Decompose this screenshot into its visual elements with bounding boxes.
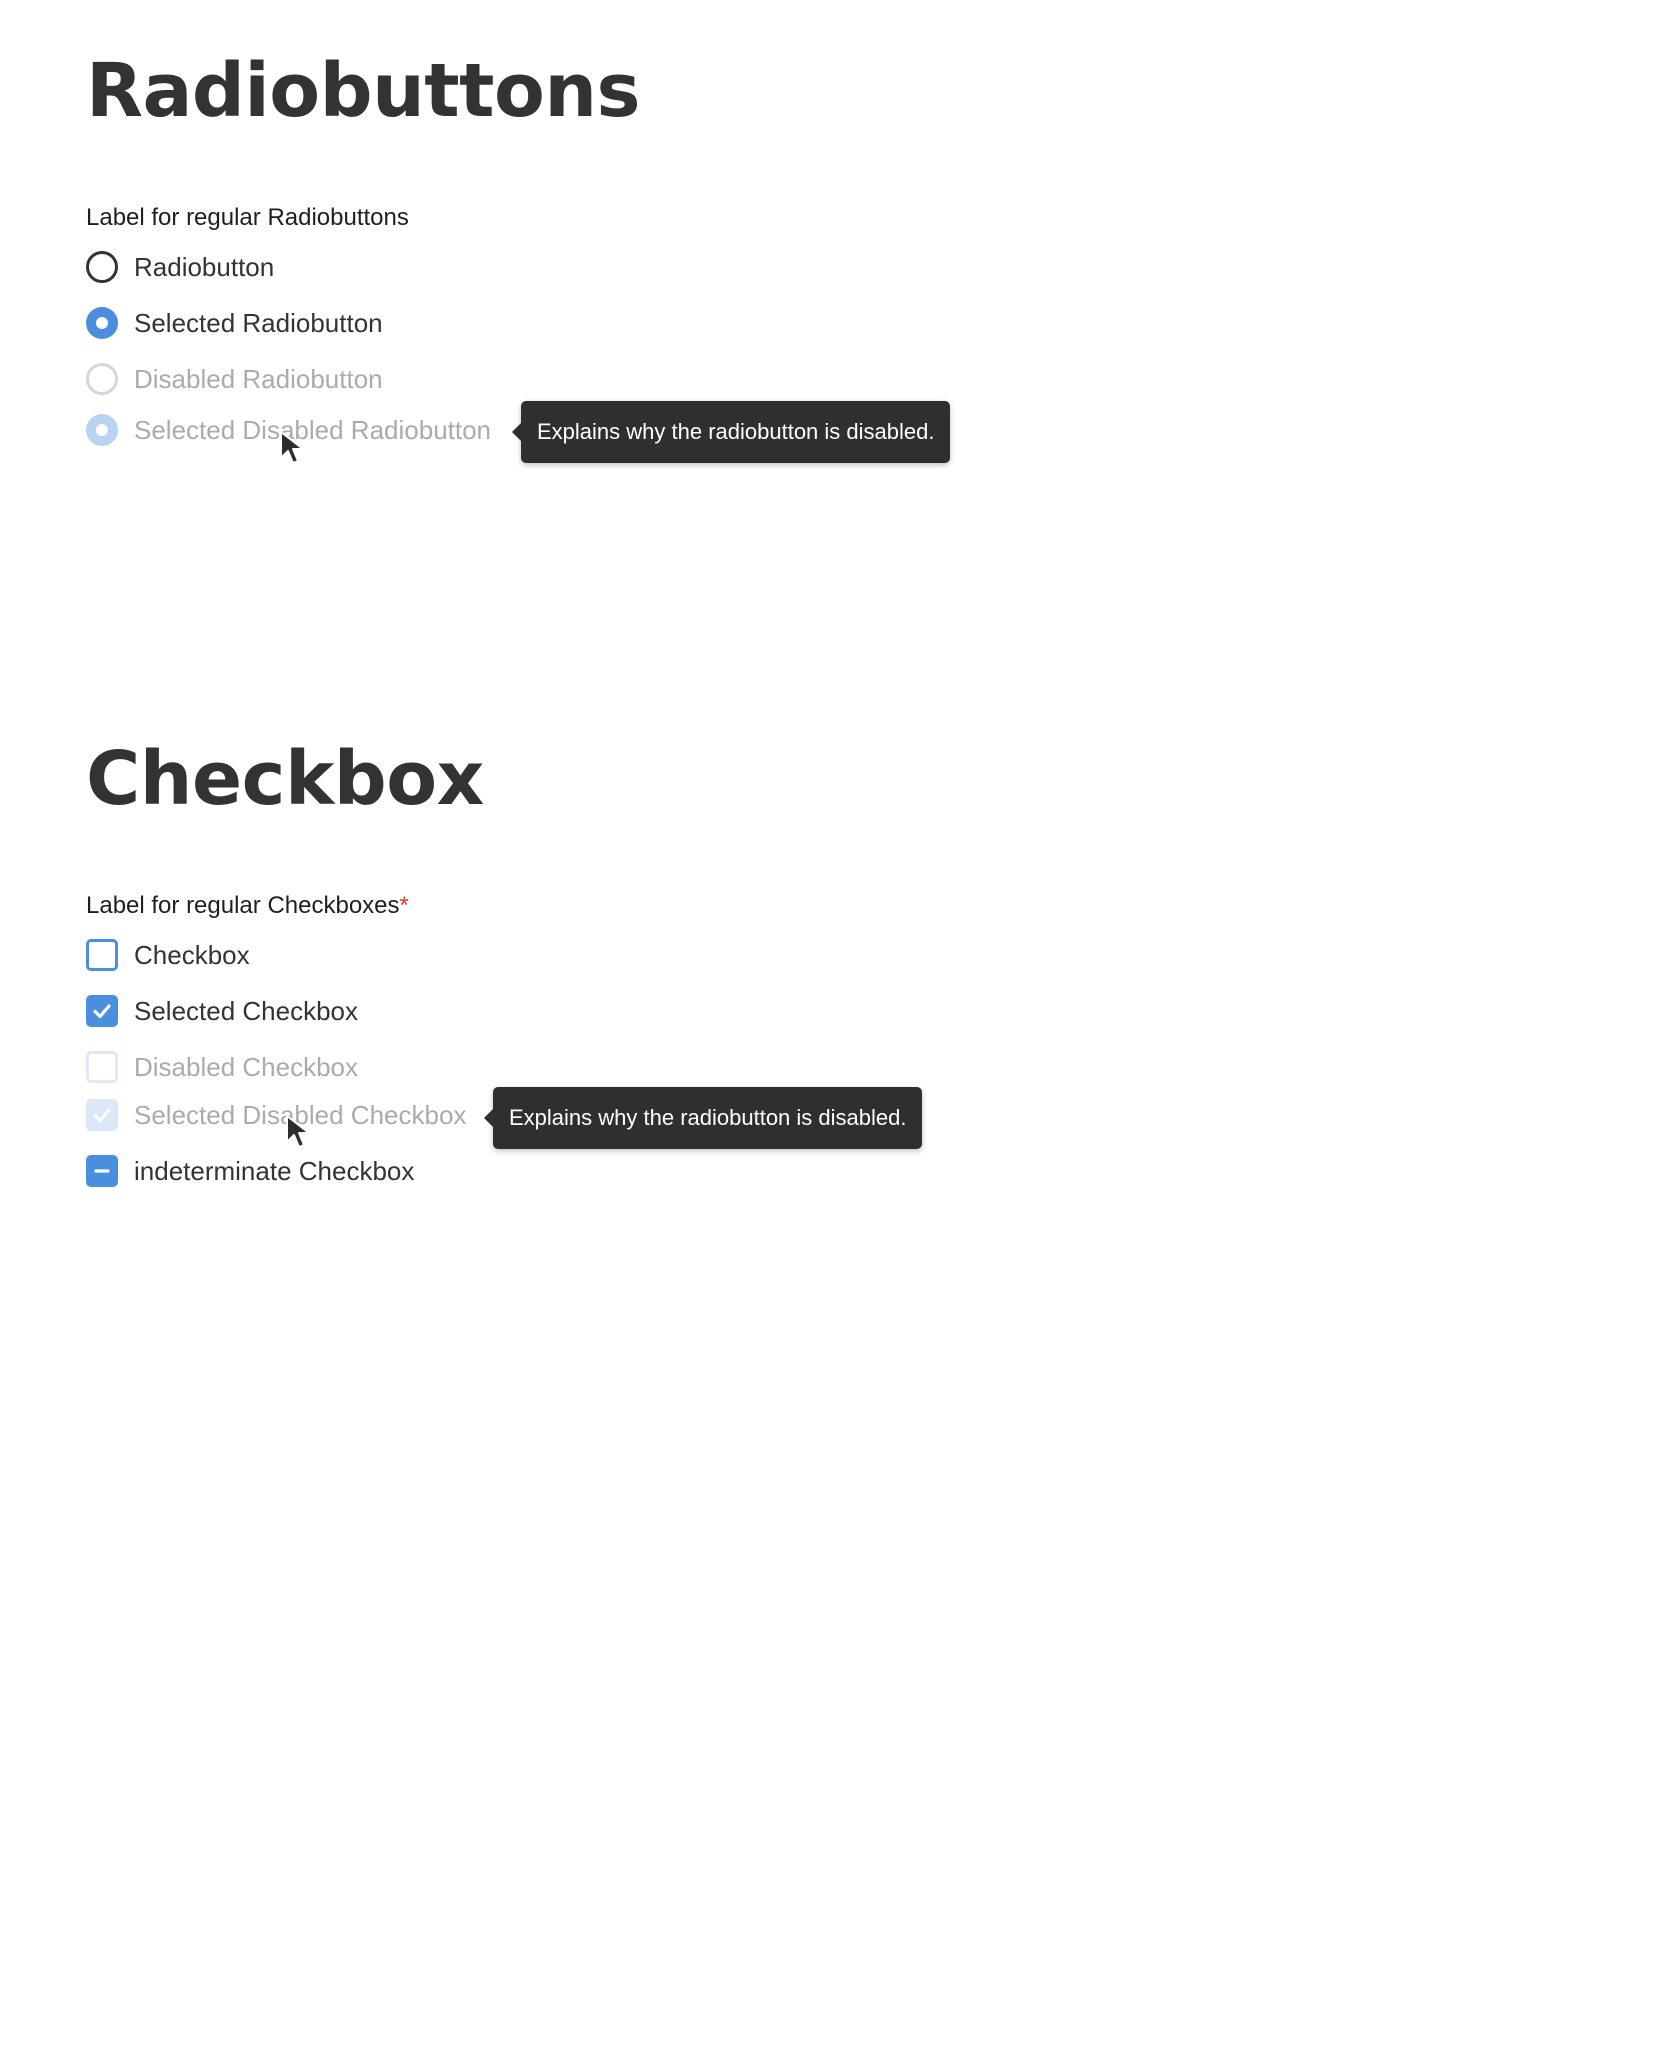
checkbox-checked-icon[interactable] — [86, 995, 118, 1027]
radio-option-disabled: Disabled Radiobutton — [86, 361, 383, 397]
checkbox-option-selected-disabled[interactable]: Selected Disabled Checkbox — [86, 1097, 466, 1133]
radio-option-selected[interactable]: Selected Radiobutton — [86, 305, 383, 341]
radio-option-label: Selected Disabled Radiobutton — [134, 415, 492, 445]
checkbox-option-label: Checkbox — [134, 940, 250, 970]
checkbox-option-label: Selected Disabled Checkbox — [134, 1100, 467, 1130]
checkbox-group-label-text: Label for regular Checkboxes — [86, 892, 400, 919]
radio-selected-icon[interactable] — [86, 307, 118, 339]
radio-option-label: Selected Radiobutton — [134, 308, 383, 338]
checkbox-heading: Checkbox — [86, 736, 484, 822]
radio-option-selected-disabled[interactable]: Selected Disabled Radiobutton — [86, 412, 491, 448]
checkbox-option-label: Selected Checkbox — [134, 996, 359, 1026]
minus-icon — [94, 1169, 110, 1173]
radio-group-label: Label for regular Radiobuttons — [86, 204, 409, 231]
checkbox-disabled-icon — [86, 1051, 118, 1083]
checkbox-checked-disabled-icon — [86, 1099, 118, 1131]
checkbox-disabled-tooltip: Explains why the radiobutton is disabled… — [483, 1087, 923, 1149]
checkbox-option-disabled: Disabled Checkbox — [86, 1049, 358, 1085]
checkbox-indeterminate-icon[interactable] — [86, 1155, 118, 1187]
radio-disabled-icon — [86, 363, 118, 395]
radio-option-label: Disabled Radiobutton — [134, 364, 383, 394]
checkbox-option-label: Disabled Checkbox — [134, 1052, 359, 1082]
required-marker: * — [399, 892, 409, 919]
checkbox-option-indeterminate[interactable]: indeterminate Checkbox — [86, 1153, 414, 1189]
radio-option-label: Radiobutton — [134, 252, 275, 282]
radiobuttons-heading: Radiobuttons — [86, 48, 641, 134]
checkbox-option-selected[interactable]: Selected Checkbox — [86, 993, 358, 1029]
checkmark-icon — [93, 1004, 111, 1019]
radio-unselected-icon[interactable] — [86, 251, 118, 283]
radio-option-radiobutton[interactable]: Radiobutton — [86, 249, 274, 285]
checkmark-icon — [93, 1108, 111, 1123]
checkbox-option-label: indeterminate Checkbox — [134, 1156, 415, 1186]
radio-selected-disabled-icon — [86, 414, 118, 446]
checkbox-option-checkbox[interactable]: Checkbox — [86, 937, 250, 973]
checkbox-group-label: Label for regular Checkboxes* — [86, 891, 409, 921]
radio-disabled-tooltip: Explains why the radiobutton is disabled… — [511, 401, 951, 463]
checkbox-unchecked-icon[interactable] — [86, 939, 118, 971]
